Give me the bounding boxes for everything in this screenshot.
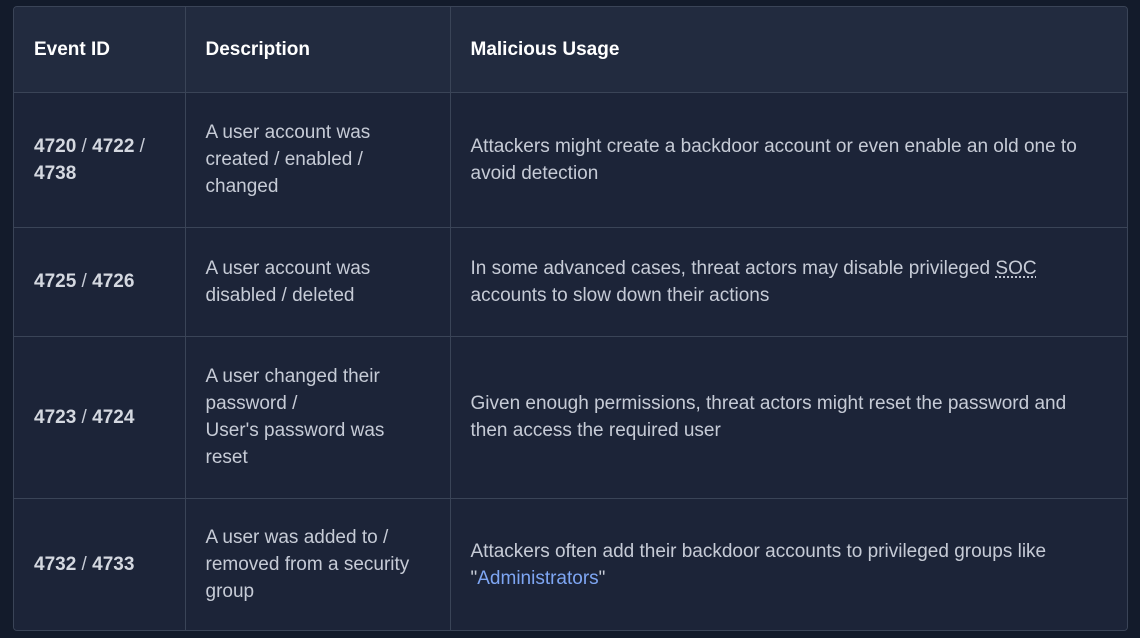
event-id-cell: 4732 / 4733 (14, 498, 186, 630)
usage-text: In some advanced cases, threat actors ma… (470, 257, 996, 279)
usage-text: accounts to slow down their actions (470, 284, 770, 306)
usage-cell: Attackers often add their backdoor accou… (450, 498, 1127, 630)
description-line: password / (205, 393, 298, 414)
description-line: disabled / deleted (205, 284, 355, 306)
event-id: 4720 (34, 135, 77, 157)
description-line: created / enabled / (205, 149, 363, 170)
description-cell: A user was added to / removed from a sec… (185, 498, 451, 630)
description-line: removed from a security (205, 554, 410, 576)
table-row: 4723 / 4724 A user changed their passwor… (14, 336, 1127, 499)
administrators-link[interactable]: Administrators (477, 568, 598, 589)
id-separator: / (76, 271, 93, 292)
description-line: User's password was (205, 420, 385, 441)
event-id: 4725 (34, 271, 77, 292)
event-id: 4723 (34, 406, 77, 428)
usage-text: " (598, 567, 606, 589)
event-id: 4724 (92, 406, 135, 428)
usage-cell: Given enough permissions, threat actors … (450, 336, 1127, 499)
description-cell: A user account was created / enabled / c… (185, 92, 451, 228)
soc-abbreviation[interactable]: SOC (995, 258, 1036, 279)
header-description: Description (185, 7, 451, 93)
event-table: Event ID Description Malicious Usage 472… (14, 7, 1127, 630)
header-event-id: Event ID (14, 7, 186, 93)
description-line: A user account was (205, 257, 371, 279)
description-line: A user account was (205, 122, 371, 143)
description-line: A user was added to / (205, 527, 389, 549)
event-id: 4722 (92, 135, 135, 157)
id-separator: / (134, 135, 145, 157)
description-cell: A user account was disabled / deleted (185, 227, 451, 337)
event-id: 4726 (92, 271, 135, 292)
description-line: reset (205, 447, 248, 468)
event-id: 4732 (34, 554, 77, 576)
description-cell: A user changed their password / User's p… (185, 336, 451, 499)
usage-text: Given enough permissions, threat actors … (470, 393, 1067, 441)
usage-cell: In some advanced cases, threat actors ma… (450, 227, 1127, 337)
table-row: 4732 / 4733 A user was added to / remove… (14, 498, 1127, 630)
description-line: group (205, 581, 255, 603)
id-separator: / (76, 406, 93, 428)
table-row: 4725 / 4726 A user account was disabled … (14, 227, 1127, 337)
description-line: A user changed their (205, 366, 380, 387)
usage-cell: Attackers might create a backdoor accoun… (450, 92, 1127, 228)
event-id-cell: 4725 / 4726 (14, 227, 186, 337)
event-id-cell: 4720 / 4722 / 4738 (14, 92, 186, 228)
table-header-row: Event ID Description Malicious Usage (14, 7, 1127, 93)
event-id-cell: 4723 / 4724 (14, 336, 186, 499)
event-id: 4733 (92, 554, 135, 576)
header-malicious-usage: Malicious Usage (450, 7, 1127, 93)
event-table-container: Event ID Description Malicious Usage 472… (13, 6, 1128, 631)
usage-text: Attackers might create a backdoor accoun… (470, 135, 1077, 184)
description-line: changed (205, 176, 279, 197)
table-row: 4720 / 4722 / 4738 A user account was cr… (14, 92, 1127, 228)
event-id: 4738 (34, 162, 77, 184)
id-separator: / (76, 135, 93, 157)
id-separator: / (76, 554, 93, 576)
